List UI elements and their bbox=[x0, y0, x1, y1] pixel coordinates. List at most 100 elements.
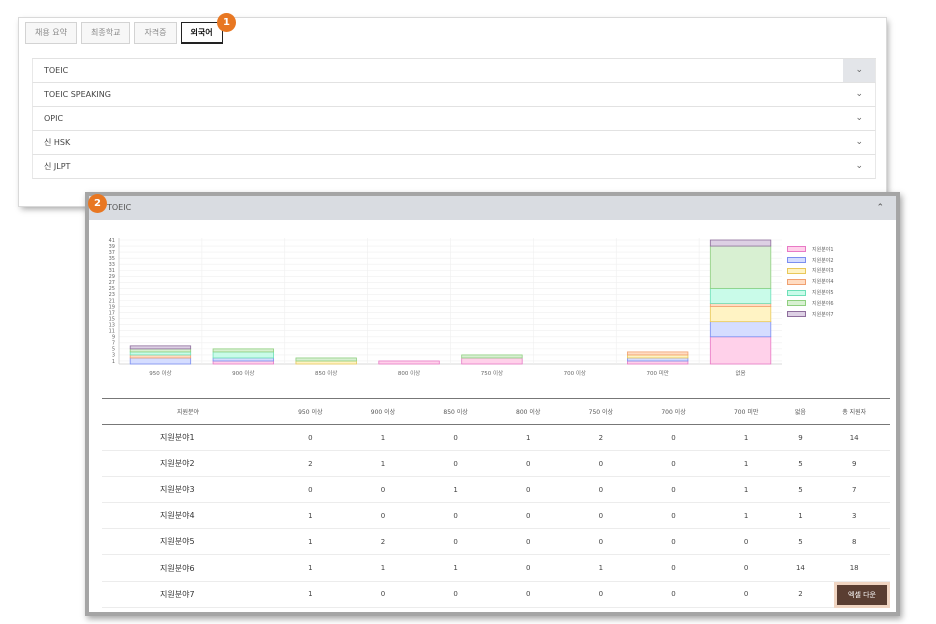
chart-legend: 지원분야1 지원분야2 지원분야3 지원분야4 지원분야5 지원분야6 지원분야7 bbox=[787, 244, 834, 320]
count-cell: 0 bbox=[637, 450, 710, 478]
section-title: TOEIC bbox=[107, 203, 132, 212]
accordion-label: 신 HSK bbox=[44, 138, 71, 147]
column-header: 700 미만 bbox=[709, 398, 783, 425]
count-cell: 0 bbox=[491, 581, 565, 608]
legend-label: 지원분야4 bbox=[812, 279, 834, 286]
tab-certificate[interactable]: 자격증 bbox=[134, 22, 177, 44]
legend-item[interactable]: 지원분야5 bbox=[787, 287, 834, 298]
count-cell: 0 bbox=[637, 581, 710, 608]
count-cell: 0 bbox=[419, 528, 492, 556]
count-cell: 8 bbox=[818, 528, 890, 556]
chevron-down-icon[interactable]: ⌄ bbox=[855, 107, 863, 130]
count-cell: 0 bbox=[419, 502, 492, 530]
count-cell: 5 bbox=[782, 450, 819, 478]
column-header: 900 이상 bbox=[346, 398, 420, 425]
legend-item[interactable]: 지원분야7 bbox=[787, 309, 834, 320]
bar-segment bbox=[461, 357, 523, 365]
table-row: 지원분야4 1 0 0 0 0 0 1 1 3 bbox=[102, 502, 890, 530]
legend-swatch bbox=[787, 267, 806, 274]
count-cell: 0 bbox=[491, 450, 565, 478]
accordion-label: TOEIC bbox=[44, 66, 69, 75]
count-cell: 1 bbox=[419, 476, 492, 504]
count-cell: 1 bbox=[346, 554, 420, 582]
bar-segment bbox=[627, 357, 689, 362]
count-cell: 18 bbox=[818, 554, 890, 582]
toeic-detail-panel: TOEIC ⌃ 41 39 37 35 33 31 29 27 25 23 21 19 17 15 13 11… bbox=[85, 192, 900, 616]
bar-segment bbox=[129, 357, 192, 365]
count-cell: 0 bbox=[491, 502, 565, 530]
chevron-down-icon[interactable]: ⌄ bbox=[855, 131, 863, 154]
count-cell: 0 bbox=[709, 581, 783, 608]
count-cell: 0 bbox=[491, 528, 565, 556]
legend-item[interactable]: 지원분야6 bbox=[787, 298, 834, 309]
x-tick-label: 없음 bbox=[736, 369, 746, 377]
count-cell: 1 bbox=[274, 581, 347, 608]
accordion-item-jlpt[interactable]: 신 JLPT ⌄ bbox=[32, 155, 876, 179]
column-header: 750 이상 bbox=[564, 398, 638, 425]
legend-item[interactable]: 지원분야4 bbox=[787, 276, 834, 287]
legend-label: 지원분야1 bbox=[812, 246, 834, 253]
count-cell: 1 bbox=[709, 424, 783, 452]
count-cell: 0 bbox=[419, 581, 492, 608]
field-name-cell: 지원분야6 bbox=[102, 554, 274, 582]
count-cell: 1 bbox=[274, 554, 347, 582]
accordion-item-opic[interactable]: OPIC ⌄ bbox=[32, 107, 876, 131]
field-name-cell: 지원분야4 bbox=[102, 502, 274, 530]
accordion-item-hsk[interactable]: 신 HSK ⌄ bbox=[32, 131, 876, 155]
chevron-down-icon[interactable]: ⌄ bbox=[855, 155, 863, 178]
toeic-section-header[interactable]: TOEIC ⌃ bbox=[89, 196, 896, 220]
count-cell: 0 bbox=[709, 554, 783, 582]
count-cell: 0 bbox=[709, 528, 783, 556]
count-cell: 1 bbox=[346, 424, 420, 452]
x-tick-label: 950 이상 bbox=[149, 369, 171, 377]
table-row: 지원분야2 2 1 0 0 0 0 1 5 9 bbox=[102, 450, 890, 478]
legend-item[interactable]: 지원분야1 bbox=[787, 244, 834, 255]
count-cell: 0 bbox=[346, 502, 420, 530]
count-cell: 0 bbox=[637, 554, 710, 582]
bar-segment bbox=[295, 360, 357, 365]
accordion-label: 신 JLPT bbox=[44, 162, 71, 171]
legend-swatch bbox=[787, 300, 806, 307]
count-cell: 2 bbox=[274, 450, 347, 478]
tab-final-school[interactable]: 최종학교 bbox=[80, 22, 131, 44]
accordion-item-toeic-speaking[interactable]: TOEIC SPEAKING ⌄ bbox=[32, 83, 876, 107]
count-cell: 0 bbox=[274, 476, 347, 504]
column-header: 800 이상 bbox=[491, 398, 565, 425]
accordion-label: OPIC bbox=[44, 114, 64, 123]
count-cell: 1 bbox=[419, 554, 492, 582]
chevron-down-icon[interactable]: ⌄ bbox=[855, 83, 863, 106]
count-cell: 2 bbox=[346, 528, 420, 556]
legend-label: 지원분야6 bbox=[812, 300, 834, 307]
count-cell: 1 bbox=[709, 450, 783, 478]
table-header-row: 지원분야 950 이상 900 이상 850 이상 800 이상 750 이상 700 이상… bbox=[102, 398, 890, 425]
table-row: 지원분야7100000023 bbox=[102, 581, 890, 608]
count-cell: 0 bbox=[637, 528, 710, 556]
bar-segment bbox=[709, 336, 772, 365]
accordion-label: TOEIC SPEAKING bbox=[44, 90, 111, 99]
field-name-cell: 지원분야1 bbox=[102, 424, 274, 452]
count-cell: 9 bbox=[782, 424, 819, 452]
column-header: 850 이상 bbox=[419, 398, 492, 425]
chevron-down-icon[interactable]: ⌄ bbox=[855, 59, 863, 82]
tab-foreign-language[interactable]: 외국어 bbox=[180, 22, 223, 44]
column-header: 없음 bbox=[782, 398, 819, 425]
legend-swatch bbox=[787, 289, 806, 296]
tab-hiring-summary[interactable]: 채용 요약 bbox=[25, 22, 77, 44]
bar-segment bbox=[461, 354, 523, 359]
table-row: 지원분야1 0 1 0 1 2 0 1 9 14 bbox=[102, 424, 890, 452]
legend-swatch bbox=[787, 278, 806, 285]
excel-download-button[interactable]: 엑셀 다운 bbox=[834, 582, 890, 608]
bar-segment bbox=[129, 345, 192, 350]
x-tick-label: 800 이상 bbox=[398, 369, 420, 377]
table-row: 지원분야3 0 0 1 0 0 0 1 5 7 bbox=[102, 476, 890, 504]
count-cell: 14 bbox=[782, 554, 819, 582]
field-name-cell: 지원분야2 bbox=[102, 450, 274, 478]
legend-item[interactable]: 지원분야3 bbox=[787, 266, 834, 277]
accordion-item-toeic[interactable]: TOEIC ⌄ bbox=[32, 59, 876, 83]
legend-item[interactable]: 지원분야2 bbox=[787, 255, 834, 266]
chevron-up-icon[interactable]: ⌃ bbox=[876, 196, 884, 220]
count-cell: 0 bbox=[346, 581, 420, 608]
count-cell: 1 bbox=[709, 476, 783, 504]
bar-segment bbox=[378, 360, 440, 365]
x-tick-label: 700 미만 bbox=[647, 369, 669, 377]
